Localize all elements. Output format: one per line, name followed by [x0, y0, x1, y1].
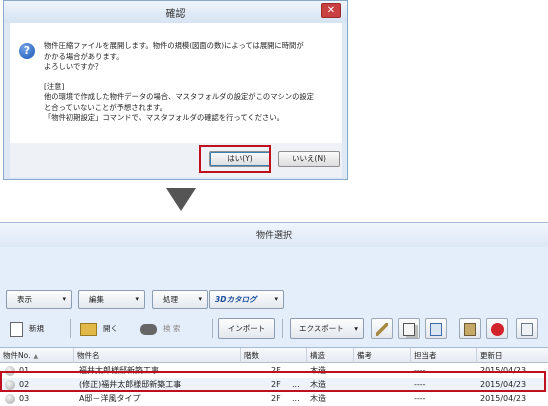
new-button[interactable]: 新規: [10, 316, 44, 341]
column-header-name[interactable]: 物件名: [74, 348, 241, 363]
trash-icon: [521, 322, 533, 336]
open-button[interactable]: 開く: [80, 316, 118, 341]
column-no-label: 物件No.: [3, 351, 31, 360]
copy-icon: [403, 322, 415, 336]
copy-button[interactable]: [398, 318, 420, 339]
message-line: よろしいですか？: [44, 62, 103, 71]
message-line: と合っていないことが予想されます。: [44, 102, 167, 112]
trash-button[interactable]: [516, 318, 538, 339]
tools-button[interactable]: [371, 318, 393, 339]
export-label: エクスポート: [299, 324, 344, 333]
confirm-dialog: 確認 ✕ ? 物件圧縮ファイルを展開します。物件の規模(図面の数)によっては展開…: [3, 0, 348, 180]
paste-button[interactable]: [459, 318, 481, 339]
close-icon[interactable]: ✕: [321, 3, 341, 18]
sort-asc-icon: ▲: [33, 353, 39, 360]
3d-catalog-logo: 3Dカタログ: [215, 295, 257, 304]
message-line: 「物件初期設定」コマンドで、マスタフォルダの確認を行ってください。: [44, 113, 284, 122]
column-header-floors[interactable]: 階数: [241, 348, 307, 363]
export-button[interactable]: エクスポート ▾: [290, 318, 364, 339]
window-title: 物件選択: [0, 223, 548, 247]
cell-date: 2015/04/23: [480, 394, 527, 403]
dialog-footer: はい(Y) いいえ(N): [10, 143, 342, 177]
column-header-date[interactable]: 更新日: [477, 348, 548, 363]
transfer-button[interactable]: [425, 318, 447, 339]
cell-structure: 木造: [310, 394, 326, 403]
dialog-title: 確認: [165, 9, 186, 20]
chevron-down-icon: ▾: [198, 295, 202, 303]
edit-menu[interactable]: 編集 ▾: [78, 290, 145, 309]
toolbar-divider: [282, 319, 283, 338]
process-menu[interactable]: 処理 ▾: [152, 290, 208, 309]
toolbar-divider: [212, 319, 213, 338]
action-toolbar: 新規 開く 検 索 インポート エクスポート ▾: [0, 316, 548, 342]
toolbar-divider: [70, 319, 71, 338]
chevron-down-icon: ▾: [274, 295, 278, 303]
column-header-notes[interactable]: 備考: [354, 348, 411, 363]
yes-button-highlight: [199, 145, 271, 173]
search-label: 検 索: [163, 324, 181, 333]
new-label: 新規: [29, 324, 44, 333]
message-line: 他の環境で作成した物件データの場合、マスタフォルダの設定がこのマシンの設定: [44, 92, 314, 101]
column-header-no[interactable]: 物件No. ▲: [0, 348, 74, 363]
property-icon: [5, 394, 15, 404]
process-menu-label: 処理: [163, 295, 178, 304]
question-icon: ?: [19, 43, 35, 59]
transfer-icon: [430, 322, 442, 336]
delete-button[interactable]: [486, 318, 508, 339]
open-folder-icon: [80, 322, 97, 336]
table-row[interactable]: 03 A邸－洋風タイプ 2F ... 木造 ---- 2015/04/23: [0, 392, 548, 406]
message-line: かかる場合があります。: [44, 51, 124, 61]
edit-menu-label: 編集: [89, 295, 104, 304]
column-header-staff[interactable]: 担当者: [411, 348, 477, 363]
binoculars-icon: [140, 323, 157, 335]
cell-no: 03: [19, 394, 30, 403]
message-line: 物件圧縮ファイルを展開します。物件の規模(図面の数)によっては展開に時間が: [44, 41, 304, 50]
chevron-down-icon: ▾: [354, 324, 358, 333]
display-menu[interactable]: 表示 ▾: [6, 290, 72, 309]
wrench-icon: [376, 322, 388, 336]
cell-floors: 2F: [271, 394, 281, 403]
message-line: [注意]: [44, 81, 65, 91]
delete-icon: [490, 322, 504, 336]
display-menu-label: 表示: [17, 295, 32, 304]
cell-ellipsis: ...: [292, 394, 300, 403]
search-button[interactable]: 検 索: [140, 316, 180, 341]
import-button[interactable]: インポート: [218, 318, 275, 339]
dialog-titlebar: 確認 ✕: [4, 1, 347, 23]
dialog-body: ? 物件圧縮ファイルを展開します。物件の規模(図面の数)によっては展開に時間が …: [10, 23, 342, 143]
open-label: 開く: [103, 324, 118, 333]
down-arrow-icon: [166, 188, 196, 211]
table-header: 物件No. ▲ 物件名 階数 構造 備考 担当者 更新日: [0, 348, 548, 363]
clipboard-icon: [464, 322, 476, 336]
chevron-down-icon: ▾: [62, 295, 66, 303]
cell-staff: ----: [414, 394, 426, 403]
menu-toolbar: 表示 ▾ 編集 ▾ 処理 ▾ 3Dカタログ ▾: [6, 290, 546, 310]
new-document-icon: [10, 321, 23, 337]
3d-catalog-menu[interactable]: 3Dカタログ ▾: [209, 290, 284, 309]
cell-name: A邸－洋風タイプ: [79, 394, 141, 403]
no-button[interactable]: いいえ(N): [278, 151, 340, 167]
column-header-structure[interactable]: 構造: [307, 348, 354, 363]
selected-row-highlight: [0, 371, 546, 392]
dialog-message: 物件圧縮ファイルを展開します。物件の規模(図面の数)によっては展開に時間が かか…: [44, 41, 339, 124]
chevron-down-icon: ▾: [135, 295, 139, 303]
